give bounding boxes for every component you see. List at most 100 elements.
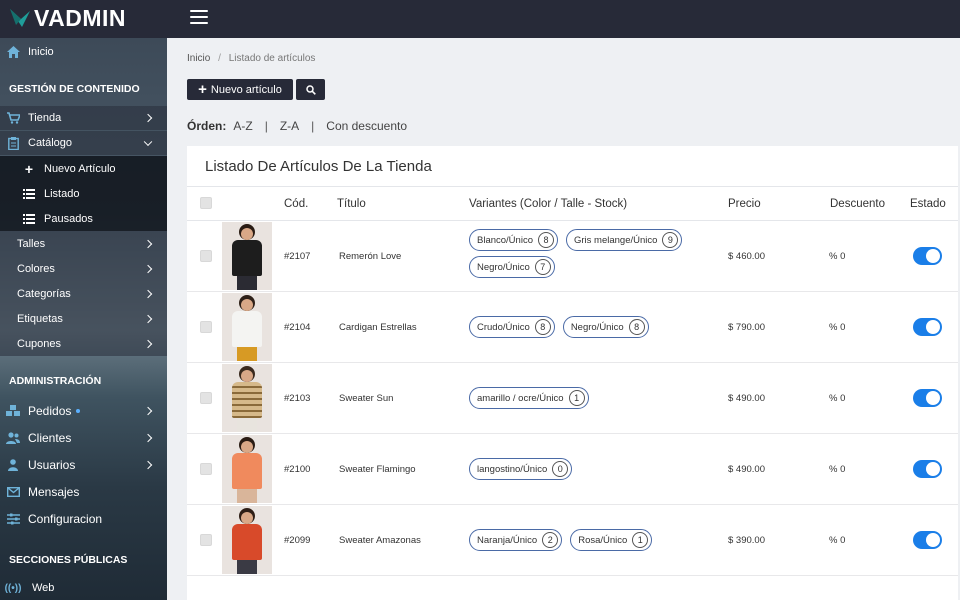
- sidebar-item-talles[interactable]: Talles: [0, 231, 167, 256]
- variant-chip[interactable]: Naranja/Único 2: [469, 529, 563, 551]
- row-checkbox[interactable]: [200, 250, 212, 262]
- row-checkbox[interactable]: [200, 392, 212, 404]
- list-icon: [22, 212, 36, 226]
- header-title[interactable]: Título: [337, 198, 366, 210]
- header-discount[interactable]: Descuento: [830, 198, 885, 210]
- brand-logo[interactable]: VADMIN: [8, 3, 126, 33]
- sidebar-item-listado[interactable]: Listado: [0, 181, 167, 206]
- variant-stock-badge: 9: [662, 232, 679, 248]
- cubes-icon: [6, 404, 20, 418]
- variant-stock-badge: 8: [628, 319, 645, 335]
- variant-stock-badge: 2: [542, 532, 559, 548]
- status-toggle[interactable]: [913, 247, 942, 265]
- sidebar-item-web[interactable]: ((•)) Web: [0, 578, 167, 598]
- chevron-right-icon: [143, 460, 153, 470]
- sidebar-item-label: Clientes: [28, 431, 72, 445]
- status-toggle[interactable]: [913, 389, 942, 407]
- sidebar-item-pedidos[interactable]: Pedidos: [0, 400, 167, 422]
- broadcast-icon: ((•)): [4, 582, 22, 594]
- table-row[interactable]: #2107 Remerón Love $ 460.00 % 0 Blanco/Único…: [187, 221, 958, 292]
- order-bar: Órden: A-Z | Z-A | Con descuento: [187, 119, 407, 133]
- sidebar-item-label: Colores: [17, 262, 55, 275]
- table-row[interactable]: #2099 Sweater Amazonas $ 390.00 % 0 Naranja/…: [187, 505, 958, 576]
- product-thumbnail[interactable]: [222, 435, 272, 503]
- sidebar-item-colores[interactable]: Colores: [0, 256, 167, 281]
- user-icon: [6, 458, 20, 472]
- sidebar-item-tienda[interactable]: Tienda: [0, 106, 167, 130]
- variant-list: Crudo/Único 8 Negro/Único 8: [469, 316, 709, 338]
- order-divider: |: [311, 119, 315, 133]
- variant-chip[interactable]: Negro/Único 7: [469, 256, 555, 278]
- product-title[interactable]: Sweater Flamingo: [339, 464, 416, 475]
- status-toggle[interactable]: [913, 531, 942, 549]
- product-thumbnail[interactable]: [222, 506, 272, 574]
- row-checkbox[interactable]: [200, 321, 212, 333]
- divider: [187, 186, 958, 187]
- variant-chip[interactable]: Rosa/Único 1: [570, 529, 653, 551]
- sidebar-item-label: Pedidos: [28, 404, 72, 418]
- order-za[interactable]: Z-A: [280, 119, 299, 133]
- breadcrumb-separator: /: [218, 53, 221, 64]
- status-toggle[interactable]: [913, 460, 942, 478]
- breadcrumb-home[interactable]: Inicio: [187, 53, 210, 64]
- product-title[interactable]: Sweater Sun: [339, 393, 393, 404]
- variant-list: Blanco/Único 8 Gris melange/Único 9 Negro/Ún…: [469, 229, 709, 278]
- status-toggle[interactable]: [913, 318, 942, 336]
- variant-chip[interactable]: Blanco/Único 8: [469, 229, 558, 251]
- sidebar-item-nuevo-articulo[interactable]: + Nuevo Artículo: [0, 156, 167, 181]
- table-row[interactable]: #2100 Sweater Flamingo $ 490.00 % 0 langosti…: [187, 434, 958, 505]
- product-thumbnail[interactable]: [222, 364, 272, 432]
- variant-chip[interactable]: Negro/Único 8: [562, 316, 649, 338]
- table-row[interactable]: #2104 Cardigan Estrellas $ 790.00 % 0 Crudo/…: [187, 292, 958, 363]
- hamburger-icon[interactable]: [190, 10, 208, 24]
- section-secciones-publicas: SECCIONES PÚBLICAS: [9, 554, 128, 566]
- chevron-right-icon: [143, 289, 153, 298]
- variant-chip[interactable]: amarillo / ocre/Único 1: [469, 387, 589, 409]
- row-checkbox[interactable]: [200, 463, 212, 475]
- sidebar: Inicio GESTIÓN DE CONTENIDO Tienda Catál…: [0, 38, 167, 600]
- header-variants: Variantes (Color / Talle - Stock): [469, 198, 628, 210]
- product-thumbnail[interactable]: [222, 222, 272, 290]
- variant-chip[interactable]: langostino/Único 0: [469, 458, 573, 480]
- variant-chip[interactable]: Crudo/Único 8: [469, 316, 555, 338]
- sidebar-item-catalogo[interactable]: Catálogo: [0, 131, 167, 155]
- chevron-right-icon: [143, 113, 153, 123]
- variant-chip[interactable]: Gris melange/Único 9: [565, 229, 683, 251]
- cart-icon: [6, 111, 20, 125]
- notification-dot: [76, 409, 81, 413]
- variant-label: Crudo/Único: [477, 321, 530, 333]
- product-title[interactable]: Cardigan Estrellas: [339, 322, 417, 333]
- variant-label: amarillo / ocre/Único: [477, 392, 564, 404]
- product-discount: % 0: [829, 393, 846, 404]
- row-checkbox[interactable]: [200, 534, 212, 546]
- order-discount[interactable]: Con descuento: [326, 119, 407, 133]
- product-price: $ 490.00: [728, 464, 765, 475]
- sidebar-item-categorias[interactable]: Categorías: [0, 281, 167, 306]
- sidebar-item-cupones[interactable]: Cupones: [0, 331, 167, 356]
- sidebar-item-label: Configuracion: [28, 512, 103, 526]
- section-administracion: ADMINISTRACIÓN: [9, 375, 102, 387]
- table-row[interactable]: #2103 Sweater Sun $ 490.00 % 0 amarillo / oc…: [187, 363, 958, 434]
- sidebar-item-inicio[interactable]: Inicio: [0, 42, 167, 62]
- product-title[interactable]: Sweater Amazonas: [339, 535, 421, 546]
- search-button[interactable]: [296, 79, 325, 100]
- sidebar-item-etiquetas[interactable]: Etiquetas: [0, 306, 167, 331]
- order-az[interactable]: A-Z: [233, 119, 252, 133]
- sidebar-item-label: Catálogo: [28, 137, 73, 149]
- product-title[interactable]: Remerón Love: [339, 251, 401, 262]
- variant-stock-badge: 7: [534, 259, 551, 275]
- sidebar-item-configuracion[interactable]: Configuracion: [0, 508, 167, 530]
- top-bar: VADMIN: [0, 0, 960, 38]
- sidebar-item-mensajes[interactable]: Mensajes: [0, 481, 167, 503]
- sidebar-item-clientes[interactable]: Clientes: [0, 427, 167, 449]
- sidebar-item-usuarios[interactable]: Usuarios: [0, 454, 167, 476]
- new-article-button[interactable]: + Nuevo artículo: [187, 79, 293, 100]
- product-thumbnail[interactable]: [222, 293, 272, 361]
- sidebar-item-label: Web: [32, 582, 55, 594]
- header-code[interactable]: Cód.: [284, 198, 308, 210]
- sidebar-item-pausados[interactable]: Pausados: [0, 206, 167, 231]
- header-price[interactable]: Precio: [728, 198, 761, 210]
- select-all-checkbox[interactable]: [200, 197, 212, 209]
- product-discount: % 0: [829, 251, 846, 262]
- sidebar-item-label: Talles: [17, 237, 46, 250]
